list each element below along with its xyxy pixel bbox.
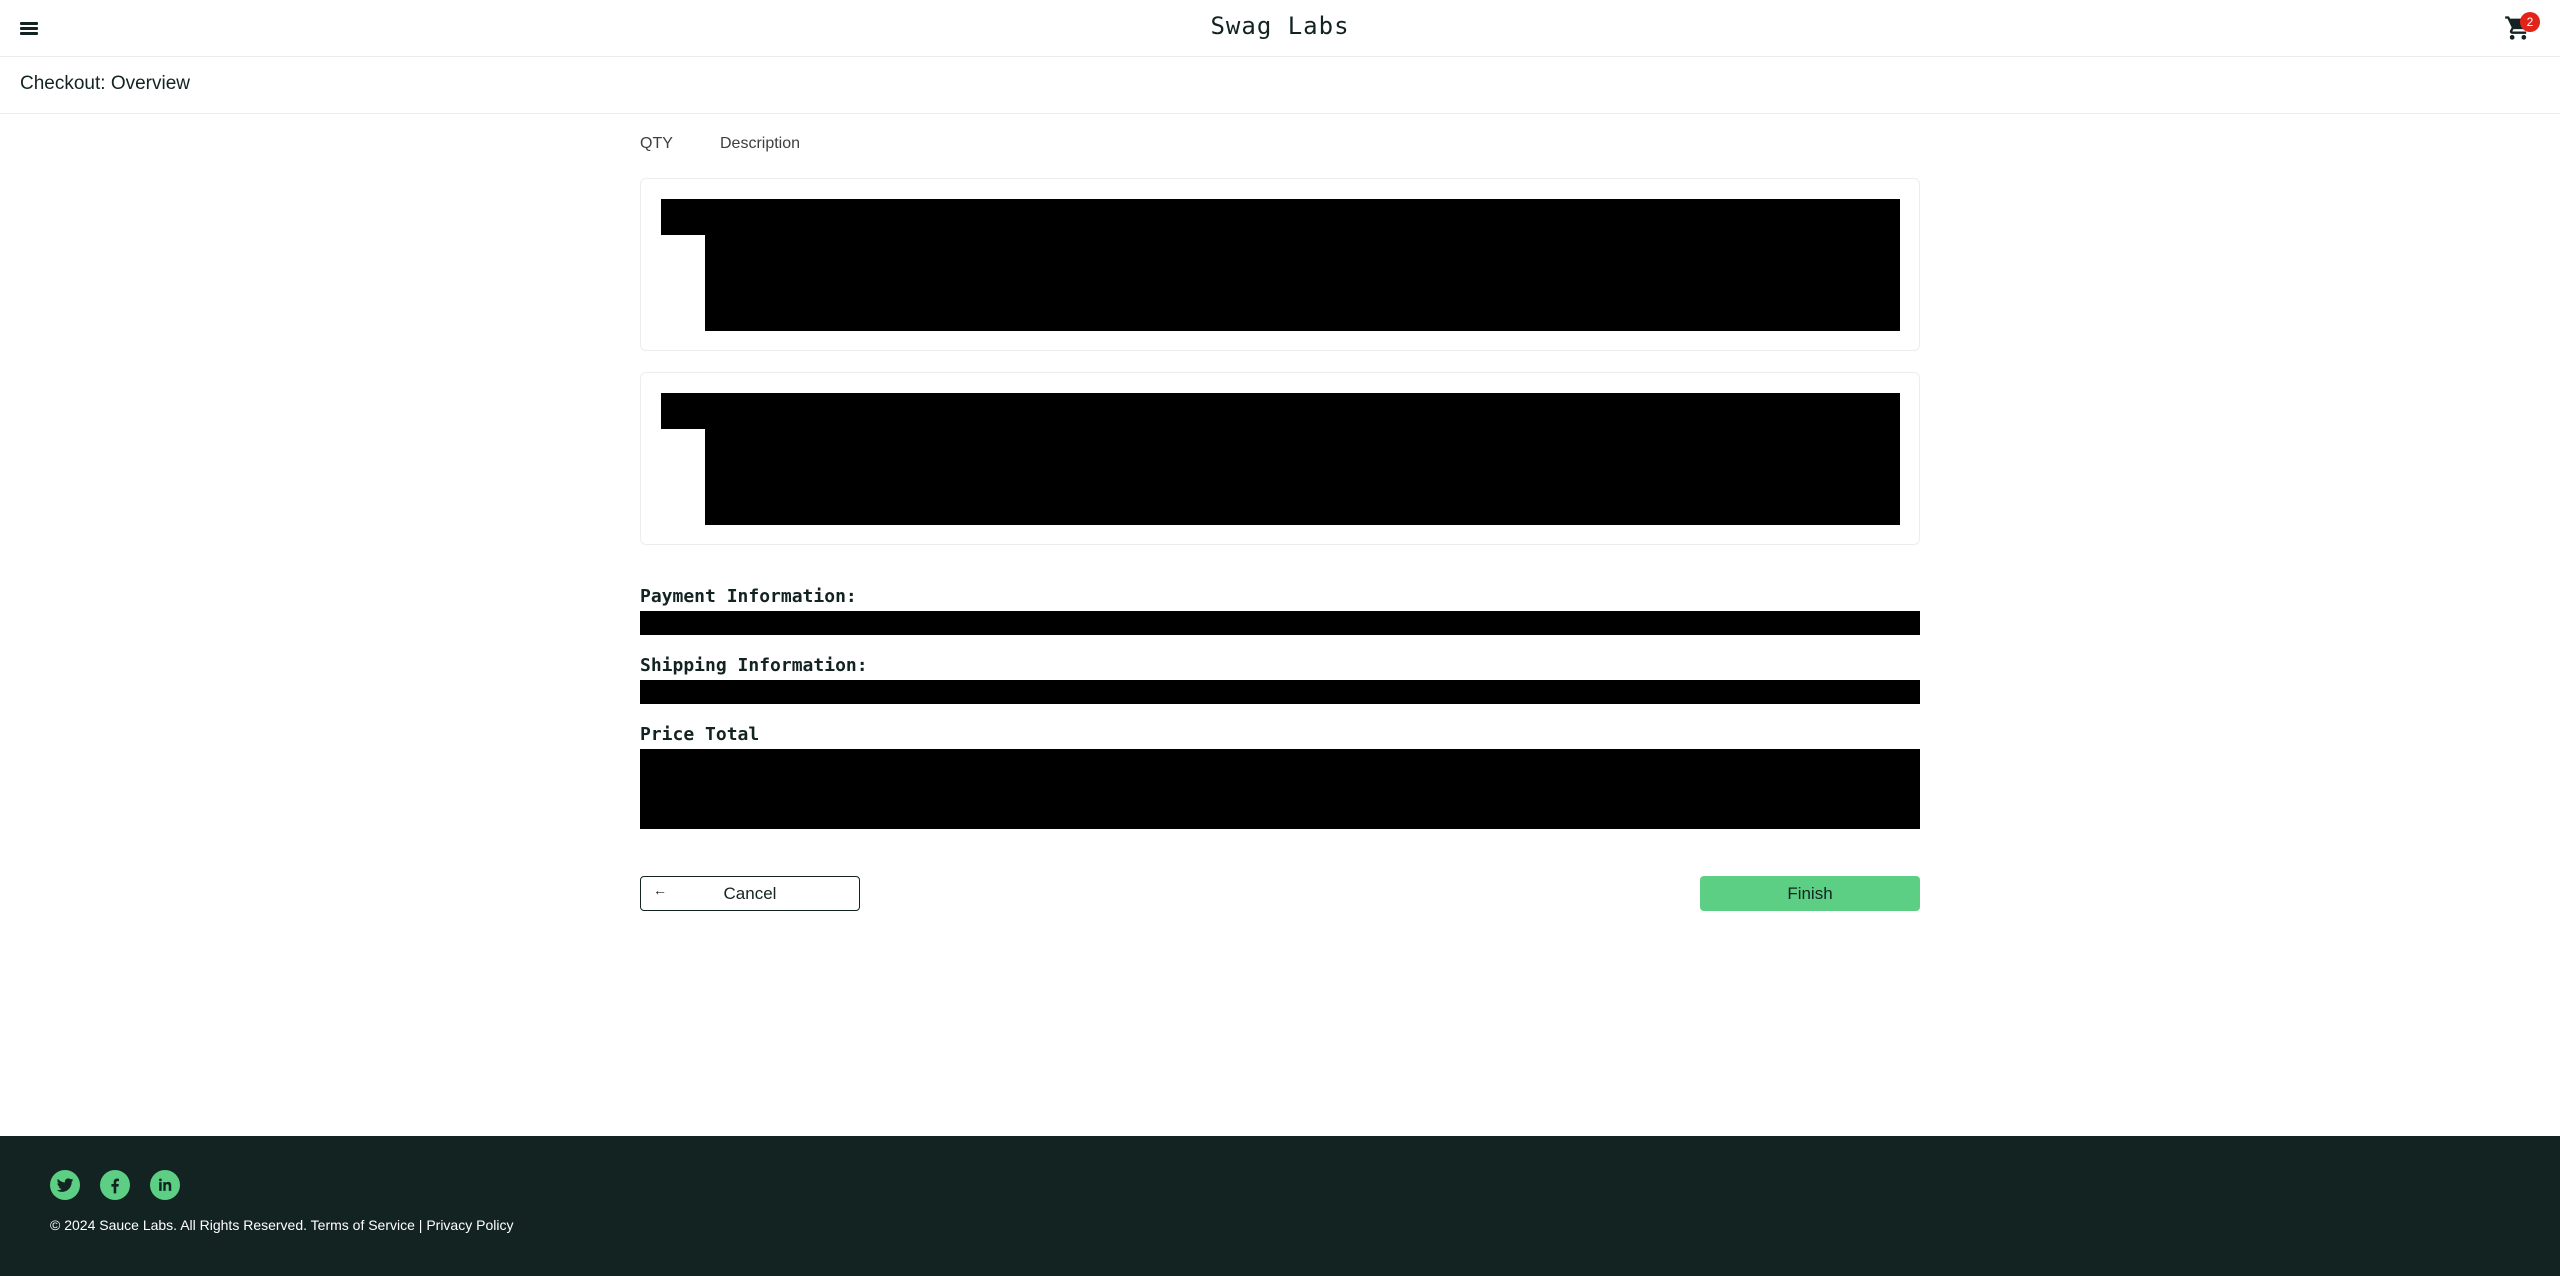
price-total-label: Price Total [640, 724, 760, 745]
redacted-quantity [661, 393, 707, 429]
menu-bar [20, 27, 38, 30]
cart-badge: 2 [2520, 12, 2540, 32]
shopping-cart-link[interactable]: 2 [2504, 12, 2540, 42]
menu-bar [20, 22, 38, 25]
redacted-item-details [705, 199, 1900, 331]
linkedin-icon[interactable] [150, 1170, 180, 1200]
redacted-price-total [640, 749, 1920, 829]
facebook-glyph [111, 1178, 119, 1194]
redacted-item-details [705, 393, 1900, 525]
redacted-payment-info [640, 611, 1920, 635]
primary-header: Swag Labs 2 [0, 0, 2560, 57]
redacted-quantity [661, 199, 707, 235]
twitter-icon[interactable] [50, 1170, 80, 1200]
description-column-label: Description [720, 135, 801, 152]
payment-info-label: Payment Information: [640, 586, 857, 607]
secondary-header: Checkout: Overview [0, 57, 2560, 114]
finish-button[interactable]: Finish [1700, 876, 1920, 911]
qty-column-label: QTY [640, 135, 673, 152]
footer-copyright: © 2024 Sauce Labs. All Rights Reserved. … [50, 1217, 514, 1233]
redacted-shipping-info [640, 680, 1920, 704]
finish-label: Finish [1787, 884, 1833, 903]
cart-item [640, 178, 1920, 351]
cart-item [640, 372, 1920, 545]
app-logo: Swag Labs [1210, 12, 1350, 40]
cancel-label: Cancel [723, 884, 777, 903]
facebook-icon[interactable] [100, 1170, 130, 1200]
menu-bar [20, 32, 38, 35]
linkedin-glyph [159, 1178, 172, 1191]
cancel-button[interactable]: ← Cancel [640, 876, 860, 911]
shipping-info-label: Shipping Information: [640, 655, 868, 676]
page-title: Checkout: Overview [20, 73, 191, 94]
twitter-glyph [56, 1178, 74, 1192]
hamburger-menu-icon[interactable] [18, 18, 40, 38]
footer: © 2024 Sauce Labs. All Rights Reserved. … [0, 1136, 2560, 1276]
